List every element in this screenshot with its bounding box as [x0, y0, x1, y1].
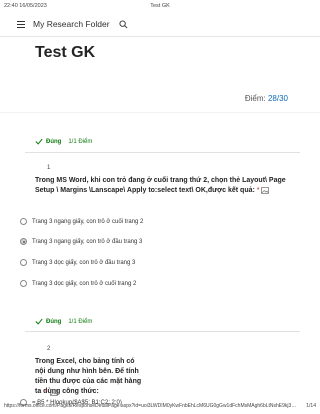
answer-option[interactable]: Trang 3 ngang giấy, con trỏ ở cuối trang…: [20, 216, 143, 227]
answer-option[interactable]: Trang 3 dọc giấy, con trỏ ở cuối trang 2: [20, 278, 136, 289]
score-label: Điểm:: [244, 94, 266, 103]
print-footer: https://forms.office.com/Pages/ResponseD…: [4, 403, 316, 411]
print-header: 22:40 16/05/2023 Test GK: [4, 3, 316, 13]
topbar-divider: [0, 36, 320, 37]
checkmark-icon: [35, 138, 43, 145]
checkmark-icon: [35, 318, 43, 325]
page-url: https://forms.office.com/Pages/ResponseD…: [4, 403, 300, 409]
status-label: Đúng: [46, 138, 62, 145]
question-text-body: Trong MS Word, khi con trỏ đang ở cuối t…: [35, 177, 286, 194]
question-divider: [25, 152, 300, 153]
folder-title[interactable]: My Research Folder: [33, 19, 110, 29]
question-text: Trong MS Word, khi con trỏ đang ở cuối t…: [35, 176, 286, 196]
menu-icon[interactable]: [17, 21, 25, 28]
page-number: 1/14: [306, 403, 316, 409]
top-bar: My Research Folder: [0, 14, 320, 36]
question-number: 1: [47, 165, 51, 171]
score-divider: [0, 112, 320, 113]
option-label: Trang 3 ngang giấy, con trỏ ở đầu trang …: [32, 238, 143, 245]
score: Điểm: 28/30: [245, 94, 288, 103]
points-label: 1/1 Điểm: [68, 318, 93, 325]
page-title: Test GK: [35, 44, 96, 61]
search-icon[interactable]: [119, 20, 128, 29]
required-mark: *: [256, 187, 260, 194]
radio-button[interactable]: [20, 280, 27, 287]
points-label: 1/1 Điểm: [68, 138, 93, 145]
option-label: Trang 3 dọc giấy, con trỏ ở cuối trang 2: [32, 280, 137, 287]
print-datetime: 22:40 16/05/2023: [4, 3, 47, 9]
answer-option[interactable]: Trang 3 ngang giấy, con trỏ ở đầu trang …: [20, 236, 142, 247]
question-status: Đúng 1/1 Điểm: [35, 318, 92, 325]
image-icon[interactable]: [261, 187, 270, 194]
question-status: Đúng 1/1 Điểm: [35, 138, 92, 145]
score-value: 28/30: [267, 94, 288, 103]
answer-option[interactable]: Trang 3 dọc giấy, con trỏ ở đầu trang 3: [20, 257, 135, 268]
question-number: 2: [47, 346, 51, 352]
status-label: Đúng: [46, 318, 62, 325]
image-icon[interactable]: [49, 389, 58, 396]
radio-button[interactable]: [20, 218, 27, 225]
option-label: Trang 3 ngang giấy, con trỏ ở cuối trang…: [32, 218, 144, 225]
question-divider: [25, 331, 300, 332]
print-tab-title: Test GK: [150, 3, 170, 9]
option-label: Trang 3 dọc giấy, con trỏ ở đầu trang 3: [32, 259, 136, 266]
radio-button[interactable]: [20, 259, 27, 266]
required-mark: *: [45, 389, 48, 396]
radio-button-selected[interactable]: [20, 238, 27, 245]
